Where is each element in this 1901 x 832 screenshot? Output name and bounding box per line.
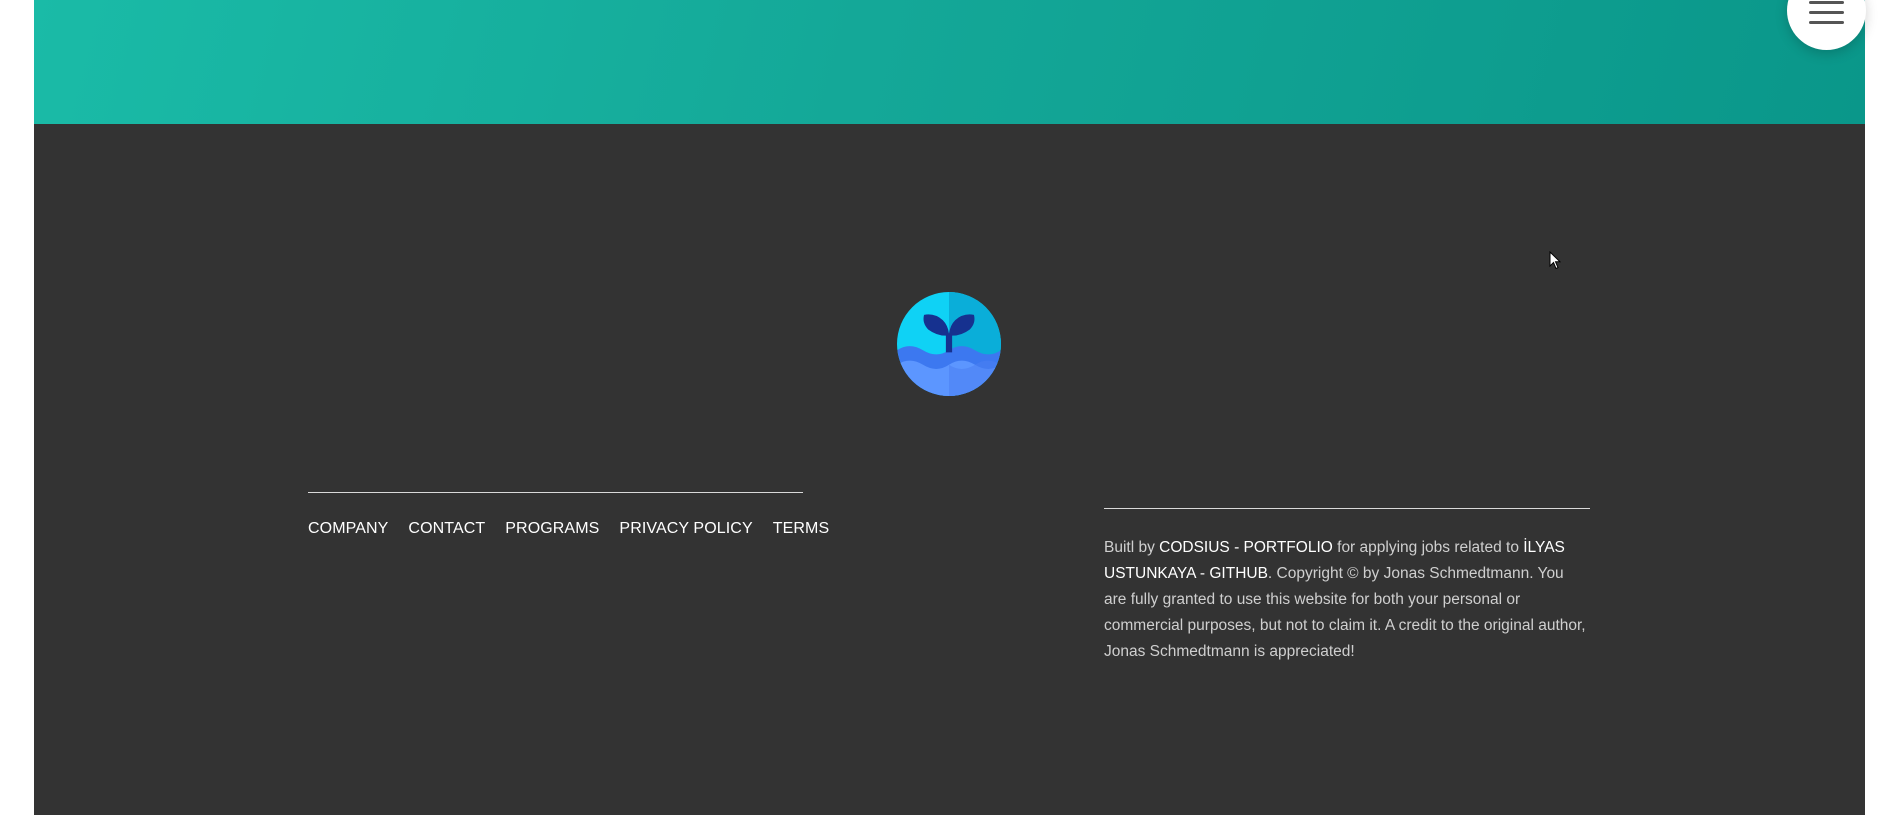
footer-link-privacy-policy[interactable]: PRIVACY POLICY (619, 520, 752, 538)
footer-link-programs[interactable]: PROGRAMS (505, 520, 599, 538)
whale-tail-logo-icon[interactable] (897, 292, 1001, 396)
mouse-cursor-icon (1549, 251, 1561, 270)
footer: COMPANY CONTACT PROGRAMS PRIVACY POLICY … (34, 124, 1865, 815)
hamburger-menu-icon (1809, 1, 1844, 4)
hero-section-bottom (34, 0, 1865, 124)
footer-link-contact[interactable]: CONTACT (408, 520, 485, 538)
codsius-portfolio-link[interactable]: CODSIUS - PORTFOLIO (1159, 539, 1333, 556)
hamburger-menu-icon-bottom-bar (1809, 21, 1844, 24)
copyright-prefix: Buitl by (1104, 538, 1160, 556)
hamburger-menu-icon-middle-bar (1809, 11, 1844, 14)
copyright-middle: for applying jobs related to (1332, 538, 1524, 556)
footer-copyright: Buitl by CODSIUS - PORTFOLIO for applyin… (1104, 507, 1590, 665)
page: COMPANY CONTACT PROGRAMS PRIVACY POLICY … (34, 0, 1866, 815)
footer-link-terms[interactable]: TERMS (773, 520, 830, 538)
footer-navigation: COMPANY CONTACT PROGRAMS PRIVACY POLICY … (308, 492, 829, 538)
footer-link-company[interactable]: COMPANY (308, 520, 388, 538)
